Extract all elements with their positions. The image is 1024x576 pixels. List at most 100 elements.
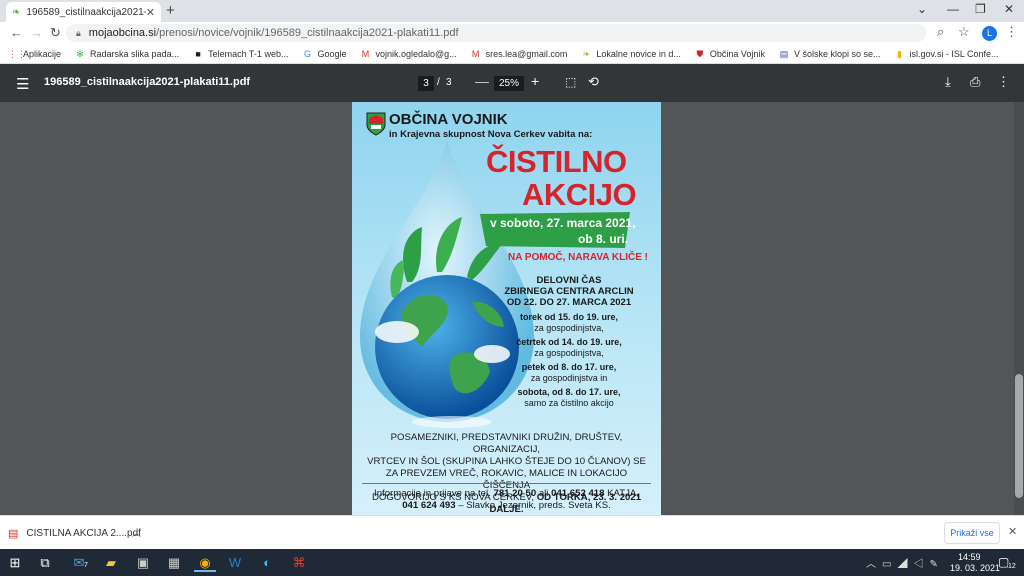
- zoom-level-input[interactable]: 25%: [494, 76, 524, 91]
- address-bar[interactable]: 🔒︎ mojaobcina.si/prenosi/novice/vojnik/1…: [66, 24, 926, 42]
- leaf-favicon-icon: ❧: [12, 6, 21, 18]
- bookmark-label: Telemach T-1 web...: [208, 48, 289, 59]
- poster-slogan: NA POMOČ, NARAVA KLIČE !: [508, 252, 648, 263]
- bookmark-item[interactable]: ■ Telemach T-1 web...: [193, 49, 288, 59]
- notification-count: 12: [1008, 563, 1016, 570]
- minimize-icon[interactable]: —: [947, 2, 959, 16]
- bookmark-label: Radarska slika pada...: [90, 48, 180, 59]
- bookmark-item[interactable]: ▤ V šolske klopi so se...: [779, 49, 881, 59]
- bookmark-item[interactable]: Mvojnik.ogledalo@g...: [360, 48, 457, 59]
- bookmark-item[interactable]: Msres.lea@gmail.com: [471, 48, 567, 59]
- hours-heading-line: OD 22. DO 27. MARCA 2021: [506, 297, 632, 308]
- url-path: /prenosi/novice/vojnik/196589_cistilnaak…: [156, 27, 459, 39]
- poster-headline-line1: ČISTILNO: [486, 144, 627, 179]
- bookmark-item[interactable]: ❧ Lokalne novice in d...: [581, 49, 681, 59]
- schedule-note: samo za čistilno akcijo: [524, 398, 614, 408]
- mail-badge: 7: [84, 562, 88, 569]
- bookmark-label: Google: [317, 48, 347, 59]
- telemach-icon: ■: [195, 48, 201, 59]
- bookmark-item[interactable]: G Google: [302, 48, 347, 59]
- download-item[interactable]: ▤ CISTILNA AKCIJA 2....pdf: [8, 523, 148, 543]
- shelf-close-icon[interactable]: ✕: [1008, 525, 1017, 538]
- zoom-magnifier-icon[interactable]: ⌕: [937, 24, 944, 40]
- contact-name-2: – Slavko Jezernik, preds. Sveta KS.: [458, 500, 611, 511]
- window-close-icon[interactable]: ✕: [1004, 2, 1014, 16]
- store-icon[interactable]: ▣: [132, 553, 154, 572]
- zoom-in-icon[interactable]: +: [531, 73, 539, 89]
- tab-close-icon[interactable]: ✕: [146, 6, 155, 19]
- poster-contact: Informacije in prijave na tel. 781 20 50…: [362, 488, 651, 512]
- chrome-menu-icon[interactable]: ⋮: [1005, 24, 1018, 40]
- word-icon[interactable]: W: [224, 553, 246, 572]
- chrome-taskbar-icon[interactable]: ◉: [194, 553, 216, 572]
- profile-avatar[interactable]: L: [982, 26, 997, 41]
- schedule-note: za gospodinjstva,: [534, 323, 604, 333]
- page-number-input[interactable]: 3: [418, 76, 434, 91]
- tab-title: 196589_cistilnaakcija2021-plakat: [26, 6, 145, 18]
- download-icon[interactable]: ⤓: [945, 74, 951, 90]
- edge-icon[interactable]: ◐: [256, 553, 278, 572]
- hours-heading-line: ZBIRNEGA CENTRA ARCLIN: [504, 286, 634, 297]
- google-icon: G: [303, 48, 311, 59]
- back-arrow-icon[interactable]: ←: [10, 25, 23, 40]
- forward-arrow-icon[interactable]: →: [30, 25, 43, 40]
- task-view-icon[interactable]: ⧉: [34, 553, 56, 572]
- acrobat-icon[interactable]: ⌘: [288, 553, 310, 572]
- bookmark-label: Aplikacije: [23, 48, 62, 59]
- reload-icon[interactable]: ↻: [50, 25, 61, 41]
- show-all-button[interactable]: Prikaži vse: [944, 522, 1000, 544]
- news-icon: ▤: [779, 48, 789, 59]
- new-tab-button[interactable]: +: [166, 2, 175, 19]
- zoom-out-icon[interactable]: —: [475, 73, 489, 89]
- schedule-note: za gospodinjstva,: [534, 348, 604, 358]
- bookmark-item[interactable]: ✻ Radarska slika pada...: [75, 49, 179, 59]
- bookmarks-bar: ⋮⋮ Aplikacije ✻ Radarska slika pada... ■ Tele…: [0, 44, 1024, 64]
- schedule-time: torek od 15. do 19. ure,: [519, 312, 619, 322]
- tab-search-icon[interactable]: ⌄: [917, 2, 927, 16]
- gmail-icon: M: [471, 48, 480, 59]
- file-explorer-icon[interactable]: ▰: [100, 553, 122, 572]
- browser-tab[interactable]: ❧ 196589_cistilnaakcija2021-plakat ✕: [6, 2, 161, 22]
- bookmark-label: vojnik.ogledalo@g...: [375, 48, 457, 59]
- star-bookmark-icon[interactable]: ☆: [958, 24, 970, 40]
- apps-grid-icon: ⋮⋮: [8, 48, 26, 59]
- print-icon[interactable]: ⎙: [970, 74, 980, 90]
- gmail-icon: M: [361, 48, 370, 59]
- poster-date-line1: v soboto, 27. marca 2021,: [490, 216, 636, 230]
- windows-start-icon[interactable]: ⊞: [4, 553, 26, 572]
- leaf-icon: ❧: [582, 48, 591, 59]
- pdf-toolbar: ☰ 196589_cistilnaakcija2021-plakati11.pd…: [0, 64, 1024, 102]
- scrollbar-thumb[interactable]: [1015, 374, 1023, 498]
- fit-to-page-icon[interactable]: ⬚: [565, 75, 576, 89]
- hamburger-menu-icon[interactable]: ☰: [16, 75, 29, 93]
- contact-phone-2: 041 652 418: [551, 488, 605, 499]
- bottom-text-line: VRTCEV IN ŠOL (SKUPINA LAHKO ŠTEJE DO 10…: [367, 456, 646, 467]
- calculator-icon[interactable]: ▦: [163, 553, 185, 572]
- contact-phone-1: 781 20 50: [493, 488, 537, 499]
- pdf-filename: 196589_cistilnaakcija2021-plakati11.pdf: [44, 76, 251, 88]
- schedule-time: petek od 8. do 17. ure,: [521, 362, 617, 372]
- lock-icon[interactable]: 🔒︎: [76, 28, 81, 39]
- bookmark-item[interactable]: ⛊ Občina Vojnik: [695, 49, 765, 59]
- rotate-icon[interactable]: ⟲: [588, 74, 599, 90]
- schedule-time: sobota, od 8. do 17. ure,: [517, 387, 621, 397]
- system-tray-icons[interactable]: ︿▭◢◁✎: [866, 555, 944, 570]
- poster-headline-line2: AKCIJO: [522, 177, 637, 212]
- chevron-up-icon[interactable]: ︿: [132, 526, 141, 539]
- maximize-icon[interactable]: ❐: [975, 2, 986, 16]
- download-shelf: ▤ CISTILNA AKCIJA 2....pdf ︿ Prikaži vse…: [0, 515, 1024, 549]
- bookmark-label: V šolske klopi so se...: [793, 48, 881, 59]
- clock-date[interactable]: 19. 03. 2021: [950, 563, 1000, 573]
- url-domain: mojaobcina.si: [88, 27, 157, 39]
- bookmark-item[interactable]: ▮ isl.gov.si - ISL Confe...: [895, 49, 999, 59]
- windows-taskbar: ⊞ ⧉ ✉ 7 ▰ ▣ ▦ ◉ W ◐ ⌘ ︿▭◢◁✎ 14:59 19. 03…: [0, 549, 1024, 576]
- clock-time[interactable]: 14:59: [958, 552, 981, 562]
- poster-date-line2: ob 8. uri.: [578, 232, 629, 246]
- isl-icon: ▮: [897, 48, 902, 59]
- poster-divider: [362, 483, 651, 484]
- browser-toolbar: ← → ↻ 🔒︎ mojaobcina.si/prenosi/novice/vo…: [0, 22, 1024, 44]
- more-options-icon[interactable]: ⋮: [997, 74, 1010, 90]
- bookmark-item[interactable]: ⋮⋮ Aplikacije: [8, 49, 61, 59]
- page-separator: /: [437, 77, 440, 88]
- tab-strip: ❧ 196589_cistilnaakcija2021-plakat ✕ + ⌄…: [0, 0, 1024, 22]
